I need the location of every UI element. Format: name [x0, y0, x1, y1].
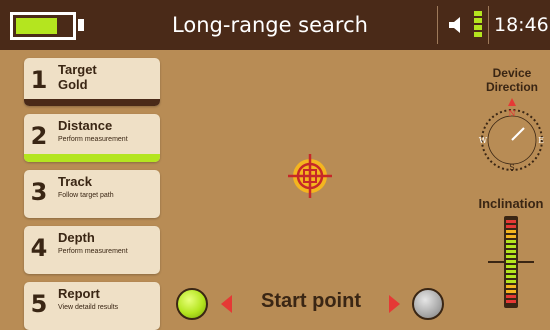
- start-point-disabled-button[interactable]: [412, 288, 444, 320]
- menu-item-number: 1: [30, 66, 48, 94]
- menu-item-report[interactable]: 5 Report View detaild results: [24, 282, 160, 330]
- volume-bar: [474, 32, 482, 37]
- menu-item-depth[interactable]: 4 Depth Perform measurement: [24, 226, 160, 274]
- menu-item-subtitle: Perform measurement: [58, 248, 128, 255]
- compass-south-label: S: [509, 163, 514, 172]
- inclination-label: Inclination: [478, 196, 544, 211]
- menu-item-title: Depth: [58, 230, 95, 245]
- active-item-indicator: [24, 154, 160, 162]
- clock-time: 18:46: [494, 14, 549, 36]
- compass-icon: N E S W: [479, 98, 544, 172]
- volume-bar: [474, 25, 482, 30]
- compass-north-label: N: [509, 109, 516, 118]
- battery-level-fill: [16, 18, 57, 34]
- volume-bar: [474, 18, 482, 23]
- inclination-segment: [506, 300, 516, 303]
- menu-item-value: Gold: [58, 77, 88, 92]
- inclination-segment: [506, 290, 516, 293]
- menu-item-title: Distance: [58, 118, 113, 133]
- device-direction-label-line2: Direction: [485, 80, 538, 94]
- menu-item-subtitle: Perform measurement: [58, 136, 128, 143]
- long-range-search-screen: Long-range search 18:46 1 Target Gold 2 …: [0, 0, 550, 330]
- inclination-segment: [506, 295, 516, 298]
- inclination-segment: [506, 220, 516, 223]
- speaker-icon[interactable]: [448, 16, 466, 34]
- inclination-segment: [506, 255, 516, 258]
- device-direction-label: Device Direction: [476, 66, 548, 94]
- inclination-segment: [506, 225, 516, 228]
- menu-item-title: Target: [58, 62, 97, 77]
- menu-item-title: Report: [58, 286, 100, 301]
- menu-item-title: Track: [58, 174, 92, 189]
- top-bar: Long-range search 18:46: [0, 0, 550, 50]
- inclination-segment: [506, 265, 516, 268]
- device-direction-label-line1: Device: [492, 66, 532, 80]
- battery-tip: [78, 19, 84, 31]
- arrow-left-icon[interactable]: [221, 295, 232, 313]
- inclination-segment: [506, 275, 516, 278]
- volume-level-icon[interactable]: [474, 11, 482, 39]
- arrow-right-icon[interactable]: [389, 295, 400, 313]
- menu-item-target[interactable]: 1 Target Gold: [24, 58, 160, 106]
- menu-item-number: 2: [30, 122, 48, 150]
- menu-item-number: 3: [30, 178, 48, 206]
- menu-item-track[interactable]: 3 Track Follow target path: [24, 170, 160, 218]
- inclination-segment: [506, 285, 516, 288]
- menu-item-subtitle: View detaild results: [58, 304, 119, 311]
- start-point-confirm-button[interactable]: [176, 288, 208, 320]
- inclination-segment: [506, 280, 516, 283]
- inclination-segment: [506, 250, 516, 253]
- compass-west-label: W: [479, 136, 488, 145]
- inclination-gauge-icon: [488, 216, 534, 308]
- inclination-segment: [506, 270, 516, 273]
- inclination-segment: [506, 230, 516, 233]
- header-divider: [437, 6, 438, 44]
- menu-item-number: 5: [30, 290, 48, 318]
- target-crosshair-icon: [288, 154, 332, 198]
- menu-item-subtitle: Follow target path: [58, 192, 114, 199]
- function-menu: 1 Target Gold 2 Distance Perform measure…: [24, 58, 160, 330]
- volume-bar: [474, 11, 482, 16]
- inclination-segment: [506, 260, 516, 263]
- header-divider: [488, 6, 489, 44]
- page-title: Long-range search: [172, 13, 368, 37]
- menu-item-underline: [24, 99, 160, 106]
- start-point-label: Start point: [261, 290, 361, 312]
- compass-east-label: E: [538, 136, 544, 145]
- battery-icon: [10, 12, 76, 40]
- inclination-segment: [506, 245, 516, 248]
- menu-item-distance[interactable]: 2 Distance Perform measurement: [24, 114, 160, 162]
- inclination-segment: [506, 240, 516, 243]
- inclination-segment: [506, 235, 516, 238]
- menu-item-number: 4: [30, 234, 48, 262]
